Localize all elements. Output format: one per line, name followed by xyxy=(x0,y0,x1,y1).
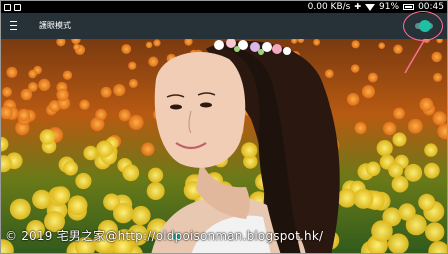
notification-icon xyxy=(4,3,11,11)
app-title: 護眼模式 xyxy=(39,21,71,30)
menu-icon[interactable] xyxy=(10,21,17,30)
app-bar: 護眼模式 xyxy=(1,13,447,39)
photo-image xyxy=(1,39,447,253)
annotation-arrow xyxy=(404,38,426,74)
network-speed: 0.00 KB/s xyxy=(307,2,351,12)
battery-percent: 91% xyxy=(379,2,400,12)
watermark: © 2019 宅男之家@http://oldpoisonman.blogspot… xyxy=(5,229,324,243)
status-bar: 0.00 KB/s ✚ 91% 00:45 xyxy=(1,1,447,13)
notification-icon xyxy=(14,3,21,11)
gamepad-icon: ✚ xyxy=(354,2,362,11)
screenshot-frame: 0.00 KB/s ✚ 91% 00:45 護眼模式 © 2019 宅男之家@h… xyxy=(0,0,448,254)
woman-portrait xyxy=(151,39,340,253)
battery-icon xyxy=(403,4,415,10)
wifi-icon xyxy=(365,3,376,11)
status-left xyxy=(4,1,21,13)
